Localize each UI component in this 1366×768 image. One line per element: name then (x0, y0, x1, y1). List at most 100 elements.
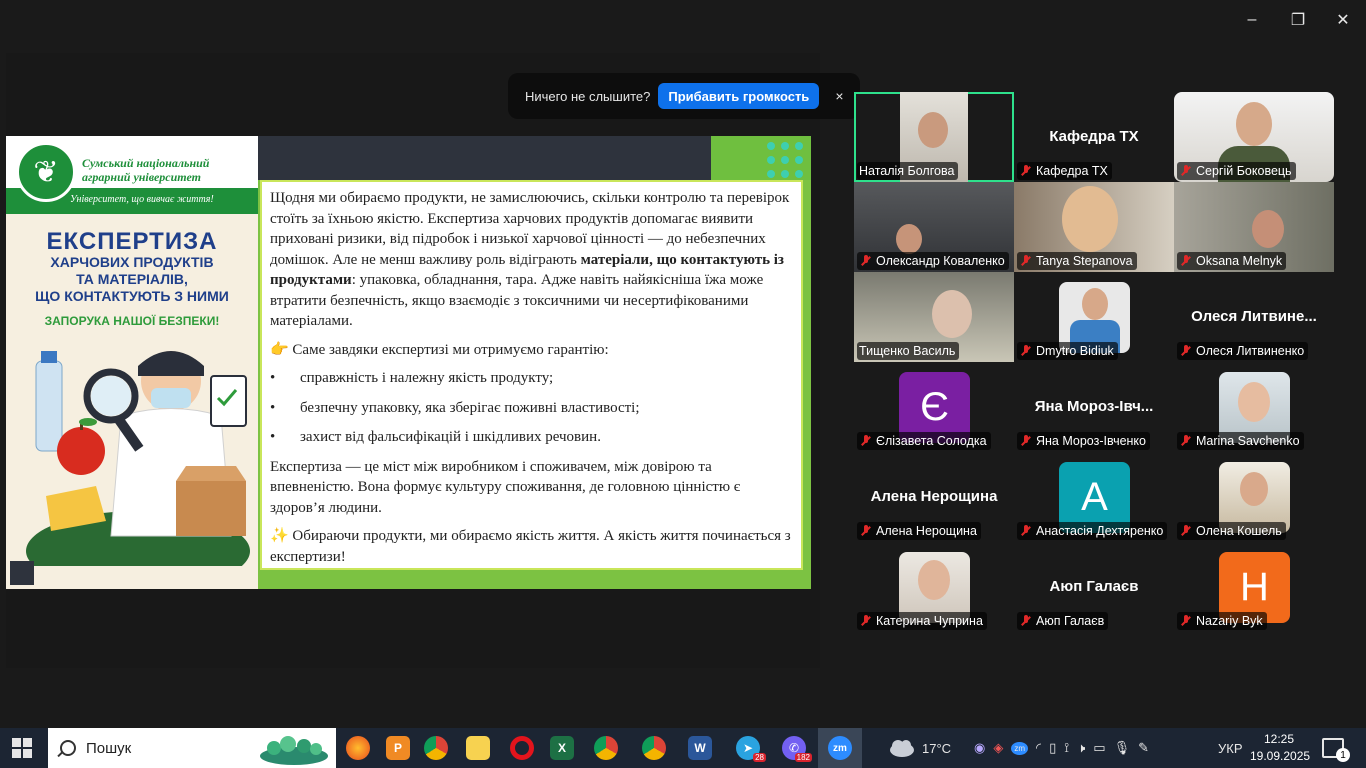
avatar-letter: A (1081, 475, 1108, 519)
slide-corner-decor (711, 136, 811, 180)
mic-muted-icon (859, 254, 873, 268)
participant-name-text: Marina Savchenko (1196, 434, 1300, 448)
taskbar-chrome-2[interactable] (584, 728, 628, 768)
participant-tile[interactable]: Oksana Melnyk (1174, 182, 1334, 272)
excel-icon: X (550, 736, 574, 760)
participant-tile[interactable]: H Nazariy Byk (1174, 542, 1334, 632)
participant-name: Сергій Боковець (1177, 162, 1296, 180)
participant-tile[interactable]: Катерина Чуприна (854, 542, 1014, 632)
participant-tile[interactable]: Олеся Литвине... Олеся Литвиненко (1174, 272, 1334, 362)
participant-name: Яна Мороз-Івченко (1017, 432, 1150, 450)
participant-tile[interactable]: A Анастасія Дехтяренко (1014, 452, 1174, 542)
weather-temperature: 17°C (922, 740, 952, 756)
notification-center-icon[interactable]: 1 (1322, 738, 1350, 762)
avatar-letter: Є (920, 385, 949, 429)
mic-muted-icon (1019, 164, 1033, 178)
participant-tile[interactable]: Олена Кошель (1174, 452, 1334, 542)
taskbar-viber[interactable]: ✆ 182 (772, 728, 816, 768)
taskbar-firefox[interactable] (336, 728, 380, 768)
taskbar-word[interactable]: W (678, 728, 722, 768)
mic-muted-icon (859, 434, 873, 448)
slide-corner-square (10, 561, 34, 585)
participant-display-name: Аюп Галаєв (1049, 578, 1139, 595)
microphone-icon[interactable]: 🎙 (1114, 740, 1131, 756)
participant-face (1238, 382, 1270, 422)
language-indicator[interactable]: УКР (1218, 728, 1243, 768)
participant-face (1240, 472, 1268, 506)
mic-muted-icon (859, 614, 873, 628)
mic-muted-icon (1019, 254, 1033, 268)
taskbar-files[interactable] (456, 728, 500, 768)
participant-name-text: Олеся Литвиненко (1196, 344, 1305, 358)
participant-name: Marina Savchenko (1177, 432, 1304, 450)
taskbar-zoom[interactable]: zm (818, 728, 862, 768)
chrome-icon (642, 736, 666, 760)
participant-tile[interactable]: Яна Мороз-Івч... Яна Мороз-Івченко (1014, 362, 1174, 452)
search-label: Пошук (86, 739, 132, 757)
taskbar-telegram[interactable]: ➤ 28 (726, 728, 770, 768)
participant-tile[interactable]: Сергій Боковець (1174, 92, 1334, 182)
participant-tile[interactable]: Marina Savchenko (1174, 362, 1334, 452)
participant-tile[interactable]: Тищенко Василь (854, 272, 1014, 362)
taskbar-search-box[interactable]: Пошук (48, 728, 336, 768)
taskbar-opera[interactable] (500, 728, 544, 768)
participant-name-text: Nazariy Byk (1196, 614, 1263, 628)
viber-tray-icon[interactable]: ◉ (974, 740, 985, 756)
battery-icon[interactable]: ▭ (1093, 740, 1105, 756)
windows-start-icon[interactable] (12, 738, 32, 758)
chrome-icon (594, 736, 618, 760)
poster-title: ЕКСПЕРТИЗА (46, 228, 218, 255)
participant-tile[interactable]: Олександр Коваленко (854, 182, 1014, 272)
maximize-button[interactable]: ❐ (1283, 6, 1313, 34)
windows-taskbar: Пошук P X W ➤ 28 ✆ 182 zm 17°C ◉ ◈ zm ◜ … (0, 728, 1366, 768)
opera-icon (510, 736, 534, 760)
weather-widget[interactable]: 17°C (888, 728, 951, 768)
usb-icon[interactable]: ▯ (1049, 740, 1056, 756)
tray-app-icon[interactable]: ◈ (993, 740, 1003, 756)
language-label: УКР (1218, 740, 1243, 756)
mic-muted-icon (1019, 344, 1033, 358)
poster: ❦ Сумський національний аграрний універс… (6, 136, 258, 589)
participant-tile[interactable]: Є Єлізавета Солодка (854, 362, 1014, 452)
participant-name-text: Tanya Stepanova (1036, 254, 1133, 268)
participant-name-text: Наталія Болгова (859, 164, 955, 178)
poster-subtitle-line3: ЩО КОНТАКТУЮТЬ З НИМИ (35, 288, 229, 304)
pen-icon[interactable]: ✎ (1138, 740, 1149, 756)
taskbar-clock[interactable]: 12:25 19.09.2025 (1250, 731, 1310, 765)
participant-tile[interactable]: Tanya Stepanova (1014, 182, 1174, 272)
notification-text: Ничего не слышите? (525, 88, 651, 104)
speaker-muted-icon[interactable]: 🕨 (1077, 740, 1085, 756)
participant-face (1082, 288, 1108, 320)
participant-tile[interactable]: Dmytro Bidiuk (1014, 272, 1174, 362)
network-icon[interactable]: ◜ (1036, 740, 1041, 756)
slide-paragraph-4: ✨ Обираючи продукти, ми обираємо якість … (270, 528, 791, 565)
close-notification-button[interactable]: × (835, 88, 843, 104)
participant-face (932, 290, 972, 338)
taskbar-chrome-1[interactable] (414, 728, 458, 768)
zoom-icon: zm (828, 736, 852, 760)
wifi-off-icon[interactable]: ⟟ (1064, 740, 1069, 756)
list-item: справжність і належну якість продукту; (270, 368, 793, 389)
poster-subtitle-line2: ТА МАТЕРІАЛІВ, (76, 271, 188, 287)
poster-subtitle: ХАРЧОВИХ ПРОДУКТІВ ТА МАТЕРІАЛІВ, ЩО КОН… (6, 254, 258, 305)
participant-name-text: Oksana Melnyk (1196, 254, 1283, 268)
participant-tile[interactable]: Алена Нерощина Алена Нерощина (854, 452, 1014, 542)
food-expert-illustration-icon (26, 351, 250, 566)
minimize-button[interactable]: – (1237, 6, 1267, 34)
zoom-tray-icon[interactable]: zm (1011, 741, 1029, 755)
close-button[interactable]: ✕ (1328, 6, 1358, 34)
participant-tile[interactable]: Наталія Болгова (854, 92, 1014, 182)
notification-count: 1 (1336, 748, 1350, 762)
participant-tile[interactable]: Кафедра ТХ Кафедра ТХ (1014, 92, 1174, 182)
increase-volume-button[interactable]: Прибавить громкость (658, 83, 820, 109)
list-item: безпечну упаковку, яка зберігає поживні … (270, 398, 793, 419)
participant-name: Олександр Коваленко (857, 252, 1009, 270)
participant-name: Кафедра ТХ (1017, 162, 1112, 180)
participant-name-text: Сергій Боковець (1196, 164, 1292, 178)
taskbar-excel[interactable]: X (540, 728, 584, 768)
participant-name-text: Олена Кошель (1196, 524, 1282, 538)
viber-badge: 182 (794, 753, 812, 762)
search-icon (60, 740, 76, 756)
taskbar-chrome-3[interactable] (632, 728, 676, 768)
participant-tile[interactable]: Аюп Галаєв Аюп Галаєв (1014, 542, 1174, 632)
